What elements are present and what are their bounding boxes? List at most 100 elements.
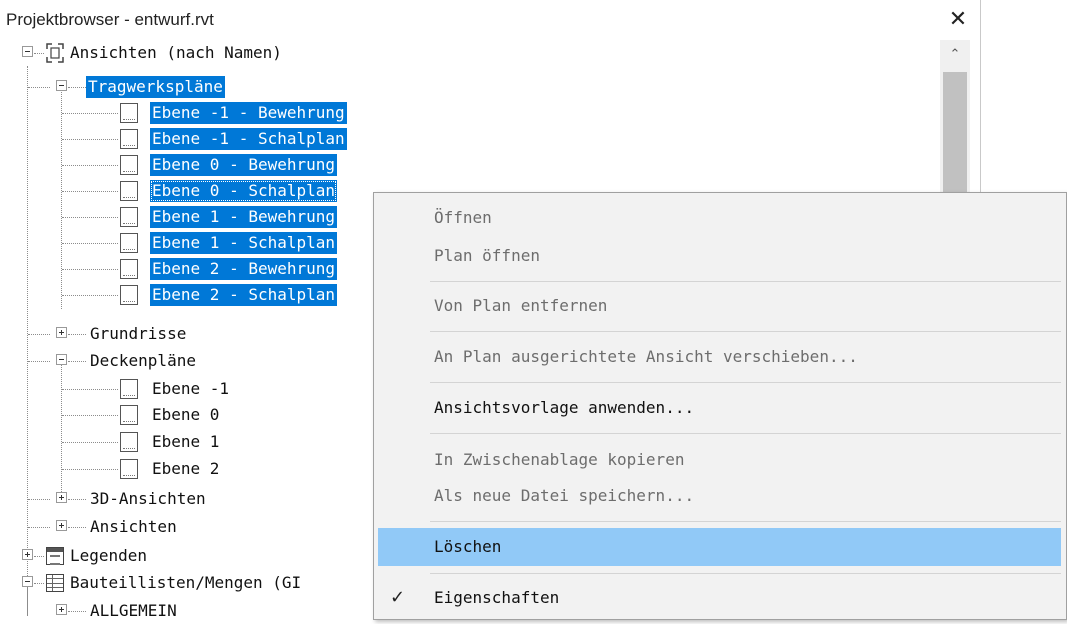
sheet-icon: [120, 181, 138, 201]
expand-toggle-icon[interactable]: [56, 327, 67, 338]
ceiling-plan-icon: [120, 379, 138, 399]
menu-item-eigenschaften[interactable]: ✓ Eigenschaften: [378, 579, 1061, 617]
menu-item-ansichtsvorlage-anwenden[interactable]: Ansichtsvorlage anwenden...: [378, 389, 1061, 427]
expand-toggle-icon[interactable]: [56, 520, 67, 531]
tree-label: 3D-Ansichten: [90, 489, 206, 508]
menu-item-label: Eigenschaften: [434, 588, 560, 607]
tree-connector: [62, 243, 118, 244]
close-button[interactable]: ✕: [944, 6, 972, 34]
menu-item-zwischenablage-kopieren[interactable]: In Zwischenablage kopieren: [378, 441, 1061, 479]
tree-label: Ebene 2: [152, 459, 220, 478]
tree-label: Ebene 2 - Schalplan: [150, 284, 338, 306]
tree-connector: [68, 611, 86, 612]
tree-label: Tragwerkspläne: [86, 76, 225, 98]
menu-item-als-neue-datei-speichern[interactable]: Als neue Datei speichern...: [378, 477, 1061, 515]
tree-label: Legenden: [70, 546, 148, 565]
tree-connector: [62, 165, 118, 166]
ceiling-plan-icon: [120, 405, 138, 425]
collapse-toggle-icon[interactable]: [56, 354, 67, 365]
tree-label: Grundrisse: [90, 324, 187, 343]
tree-connector: [68, 334, 86, 335]
tree-connector: [62, 139, 118, 140]
sheet-icon: [120, 259, 138, 279]
expand-toggle-icon[interactable]: [56, 492, 67, 503]
tree-node-sheet[interactable]: Ebene 0 - Bewehrung: [0, 152, 940, 178]
panel-title: Projektbrowser - entwurf.rvt: [6, 10, 214, 29]
tree-connector: [62, 113, 118, 114]
tree-label: Bauteillisten/Mengen (GI: [70, 573, 302, 592]
tree-connector: [62, 415, 118, 416]
tree-connector: [62, 217, 118, 218]
tree-connector: [62, 469, 118, 470]
ceiling-plan-icon: [120, 459, 138, 479]
menu-item-label: Von Plan entfernen: [434, 296, 608, 315]
sheet-icon: [120, 207, 138, 227]
tree-connector: [62, 191, 118, 192]
tree-label: Ebene 1: [152, 432, 220, 451]
context-menu: Öffnen Plan öffnen Von Plan entfernen An…: [373, 192, 1067, 620]
tree-label: Ebene 2 - Bewehrung: [150, 258, 338, 280]
tree-connector: [34, 556, 44, 557]
tree-node-sheet[interactable]: Ebene -1 - Bewehrung: [0, 100, 940, 126]
tree-label: Ansichten: [90, 517, 177, 536]
tree-label: Ebene 0: [152, 405, 220, 424]
menu-item-plan-oeffnen[interactable]: Plan öffnen: [378, 237, 1061, 275]
tree-connector: [62, 389, 118, 390]
menu-separator: [430, 521, 1061, 522]
tree-connector: [28, 527, 50, 528]
expand-toggle-icon[interactable]: [56, 604, 67, 615]
tree-node-tragwerksplaene[interactable]: Tragwerkspläne: [0, 74, 940, 100]
tree-label: Ebene -1: [152, 379, 230, 398]
menu-item-label: Als neue Datei speichern...: [434, 486, 695, 505]
panel-title-bar: Projektbrowser - entwurf.rvt ✕: [0, 0, 980, 40]
schedule-icon: [46, 574, 64, 592]
tree-connector: [62, 269, 118, 270]
tree-connector: [68, 87, 86, 88]
menu-item-von-plan-entfernen[interactable]: Von Plan entfernen: [378, 287, 1061, 325]
menu-item-label: Ansichtsvorlage anwenden...: [434, 398, 695, 417]
tree-node-views-root[interactable]: Ansichten (nach Namen): [0, 40, 940, 66]
tree-connector: [34, 53, 44, 54]
sheet-icon: [120, 233, 138, 253]
views-icon: [46, 43, 64, 63]
tree-label: Ebene 1 - Bewehrung: [150, 206, 338, 228]
menu-separator: [430, 281, 1061, 282]
menu-separator: [430, 331, 1061, 332]
menu-item-oeffnen[interactable]: Öffnen: [378, 199, 1061, 237]
legend-icon: [46, 547, 64, 565]
sheet-icon: [120, 129, 138, 149]
tree-connector: [68, 499, 86, 500]
sheet-icon: [120, 103, 138, 123]
collapse-toggle-icon[interactable]: [56, 80, 67, 91]
tree-connector: [62, 295, 118, 296]
tree-node-sheet[interactable]: Ebene -1 - Schalplan: [0, 126, 940, 152]
menu-item-label: In Zwischenablage kopieren: [434, 450, 685, 469]
tree-connector: [34, 583, 44, 584]
tree-connector: [62, 442, 118, 443]
menu-item-label: Löschen: [434, 537, 502, 556]
tree-connector: [68, 527, 86, 528]
tree-label: Deckenpläne: [90, 351, 196, 370]
menu-separator: [430, 382, 1061, 383]
scroll-up-arrow-icon[interactable]: ⌃: [940, 40, 970, 70]
sheet-icon: [120, 155, 138, 175]
checkmark-icon: ✓: [390, 587, 406, 608]
tree-label: ALLGEMEIN: [90, 601, 177, 620]
tree-label: Ebene -1 - Bewehrung: [150, 102, 347, 124]
menu-item-label: Plan öffnen: [434, 246, 540, 265]
sheet-icon: [120, 285, 138, 305]
tree-label: Ebene 1 - Schalplan: [150, 232, 338, 254]
menu-item-loeschen[interactable]: Löschen: [378, 528, 1061, 566]
collapse-toggle-icon[interactable]: [22, 46, 33, 57]
collapse-toggle-icon[interactable]: [22, 576, 33, 587]
menu-item-ansicht-verschieben[interactable]: An Plan ausgerichtete Ansicht verschiebe…: [378, 338, 1061, 376]
tree-connector: [28, 334, 50, 335]
menu-separator: [430, 573, 1061, 574]
tree-label: Ansichten (nach Namen): [70, 43, 282, 62]
tree-label: Ebene -1 - Schalplan: [150, 128, 347, 150]
menu-separator: [430, 433, 1061, 434]
menu-item-label: Öffnen: [434, 208, 492, 227]
expand-toggle-icon[interactable]: [22, 549, 33, 560]
tree-connector: [28, 499, 50, 500]
tree-label: Ebene 0 - Schalplan: [150, 180, 338, 202]
